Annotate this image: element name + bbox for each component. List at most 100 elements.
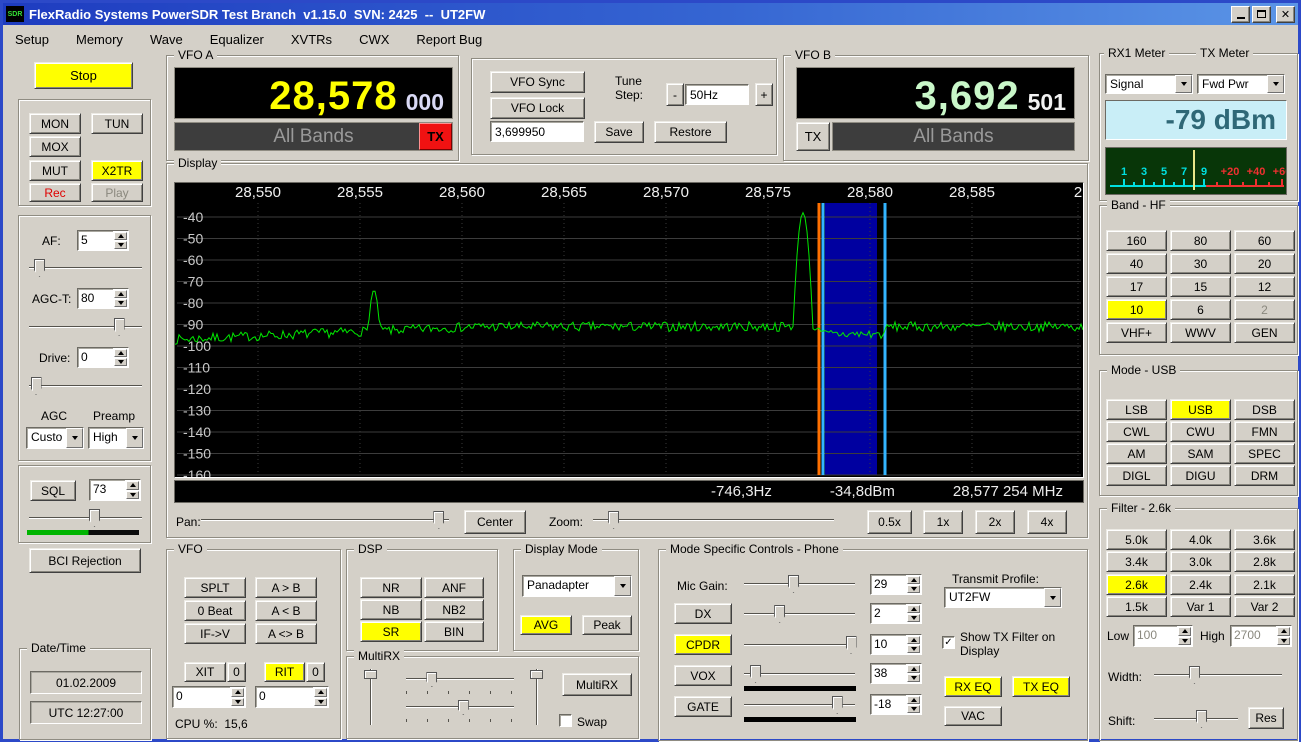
drive-down-arrow[interactable] [114, 358, 127, 366]
xit-down-arrow[interactable] [231, 698, 244, 707]
dx-spinner[interactable]: 2 [870, 603, 922, 624]
band-10-button[interactable]: 10 [1106, 299, 1167, 320]
swap-checkbox[interactable] [559, 714, 572, 727]
band-gen-button[interactable]: GEN [1234, 322, 1295, 343]
preamp-dropdown[interactable]: High [88, 427, 144, 449]
panadapter-display[interactable]: -40-50-60-70-80-90-100-110-120-130-140-1… [174, 182, 1084, 478]
multirx-pan-main-slider[interactable] [364, 667, 378, 727]
vfo-a-frequency-display[interactable]: 28,578 000 [174, 67, 453, 119]
agct-slider-thumb[interactable] [114, 318, 125, 336]
filter-2-6k-button[interactable]: 2.6k [1106, 574, 1167, 595]
filter-low-spinner[interactable]: 100 [1133, 625, 1193, 647]
drive-spinner[interactable]: 0 [77, 347, 129, 368]
mode-digl-button[interactable]: DIGL [1106, 465, 1167, 486]
cpdr-down-arrow[interactable] [907, 645, 920, 653]
save-button[interactable]: Save [594, 121, 644, 143]
memory-frequency-input[interactable]: 3,699950 [490, 121, 584, 142]
a-swap-b-button[interactable]: A <> B [255, 623, 317, 644]
xit-clear-button[interactable]: 0 [227, 662, 246, 682]
dsp-nr-button[interactable]: NR [360, 577, 422, 598]
filter-width-thumb[interactable] [1189, 666, 1200, 684]
rit-down-arrow[interactable] [314, 698, 327, 707]
filter-reset-button[interactable]: Res [1248, 707, 1284, 729]
dx-slider[interactable] [742, 604, 857, 624]
zero-beat-button[interactable]: 0 Beat [184, 600, 246, 621]
vox-down-arrow[interactable] [907, 674, 920, 682]
menu-wave[interactable]: Wave [150, 32, 183, 47]
mode-sam-button[interactable]: SAM [1170, 443, 1231, 464]
a-to-b-button[interactable]: A > B [255, 577, 317, 598]
agct-spinner[interactable]: 80 [77, 288, 129, 309]
tx-meter-dropdown-arrow[interactable] [1267, 75, 1284, 93]
vfo-b-tx-button[interactable]: TX [796, 122, 830, 151]
agct-slider[interactable] [27, 317, 144, 337]
gate-down-arrow[interactable] [907, 705, 920, 713]
menu-equalizer[interactable]: Equalizer [210, 32, 264, 47]
mic-gain-spinner[interactable]: 29 [870, 574, 922, 595]
zoom-4x-button[interactable]: 4x [1027, 510, 1067, 534]
play-button[interactable]: Play [91, 183, 143, 202]
split-button[interactable]: SPLT [184, 577, 246, 598]
rec-button[interactable]: Rec [29, 183, 81, 202]
mox-button[interactable]: MOX [29, 136, 81, 157]
tune-step-down-button[interactable]: - [666, 83, 684, 106]
restore-button[interactable]: Restore [654, 121, 727, 143]
rx-eq-button[interactable]: RX EQ [944, 676, 1002, 697]
rit-button[interactable]: RIT [264, 662, 305, 682]
mode-cwu-button[interactable]: CWU [1170, 421, 1231, 442]
vfo-b-frequency[interactable]: 3,692 [915, 80, 1020, 113]
mon-button[interactable]: MON [29, 113, 81, 134]
xit-spinner[interactable]: 0 [172, 686, 246, 708]
multirx-gain-thumb[interactable] [426, 672, 437, 687]
dsp-anf-button[interactable]: ANF [424, 577, 484, 598]
display-mode-dropdown[interactable]: Panadapter [522, 575, 632, 597]
zoom-0-5x-button[interactable]: 0.5x [867, 510, 912, 534]
filter-2-1k-button[interactable]: 2.1k [1234, 574, 1295, 595]
cpdr-button[interactable]: CPDR [674, 634, 732, 655]
vfo-a-frequency-frac[interactable]: 000 [406, 92, 444, 113]
filter-1-5k-button[interactable]: 1.5k [1106, 596, 1167, 617]
tx-eq-button[interactable]: TX EQ [1012, 676, 1070, 697]
gate-thumb[interactable] [832, 696, 843, 714]
multirx-sub-level-slider[interactable] [530, 667, 544, 727]
filter-2-8k-button[interactable]: 2.8k [1234, 551, 1295, 572]
drive-slider-thumb[interactable] [31, 377, 42, 395]
filter-high-spinner[interactable]: 2700 [1230, 625, 1292, 647]
x2tr-button[interactable]: X2TR [91, 160, 143, 181]
mode-am-button[interactable]: AM [1106, 443, 1167, 464]
gate-slider[interactable] [742, 695, 857, 715]
vfo-b-frequency-display[interactable]: 3,692 501 [796, 67, 1075, 119]
mic-gain-down-arrow[interactable] [907, 585, 920, 593]
agct-up-arrow[interactable] [114, 290, 127, 298]
sql-button[interactable]: SQL [30, 480, 76, 501]
multirx-pan-main-thumb[interactable] [364, 670, 377, 679]
rit-up-arrow[interactable] [314, 688, 327, 697]
dsp-bin-button[interactable]: BIN [424, 621, 484, 642]
vfo-sync-button[interactable]: VFO Sync [490, 71, 585, 93]
dx-thumb[interactable] [774, 605, 785, 623]
band-60-button[interactable]: 60 [1234, 230, 1295, 251]
preamp-dropdown-arrow[interactable] [126, 428, 143, 448]
band-20-button[interactable]: 20 [1234, 253, 1295, 274]
band-30-button[interactable]: 30 [1170, 253, 1231, 274]
agct-down-arrow[interactable] [114, 299, 127, 307]
multirx-button[interactable]: MultiRX [562, 673, 632, 696]
vox-up-arrow[interactable] [907, 665, 920, 673]
avg-button[interactable]: AVG [520, 615, 572, 635]
tun-button[interactable]: TUN [91, 113, 143, 134]
multirx-pan-sub-thumb[interactable] [458, 700, 469, 715]
cpdr-slider[interactable] [742, 635, 857, 655]
b-to-a-button[interactable]: A < B [255, 600, 317, 621]
sql-spinner[interactable]: 73 [89, 479, 141, 501]
filter-3-4k-button[interactable]: 3.4k [1106, 551, 1167, 572]
pan-slider-thumb[interactable] [433, 511, 444, 529]
band-40-button[interactable]: 40 [1106, 253, 1167, 274]
filter-2-4k-button[interactable]: 2.4k [1170, 574, 1231, 595]
peak-button[interactable]: Peak [582, 615, 632, 635]
mode-lsb-button[interactable]: LSB [1106, 399, 1167, 420]
pan-slider[interactable] [199, 510, 451, 530]
vfo-a-frequency[interactable]: 28,578 [269, 80, 397, 113]
band-12-button[interactable]: 12 [1234, 276, 1295, 297]
gate-button[interactable]: GATE [674, 696, 732, 717]
menu-cwx[interactable]: CWX [359, 32, 389, 47]
